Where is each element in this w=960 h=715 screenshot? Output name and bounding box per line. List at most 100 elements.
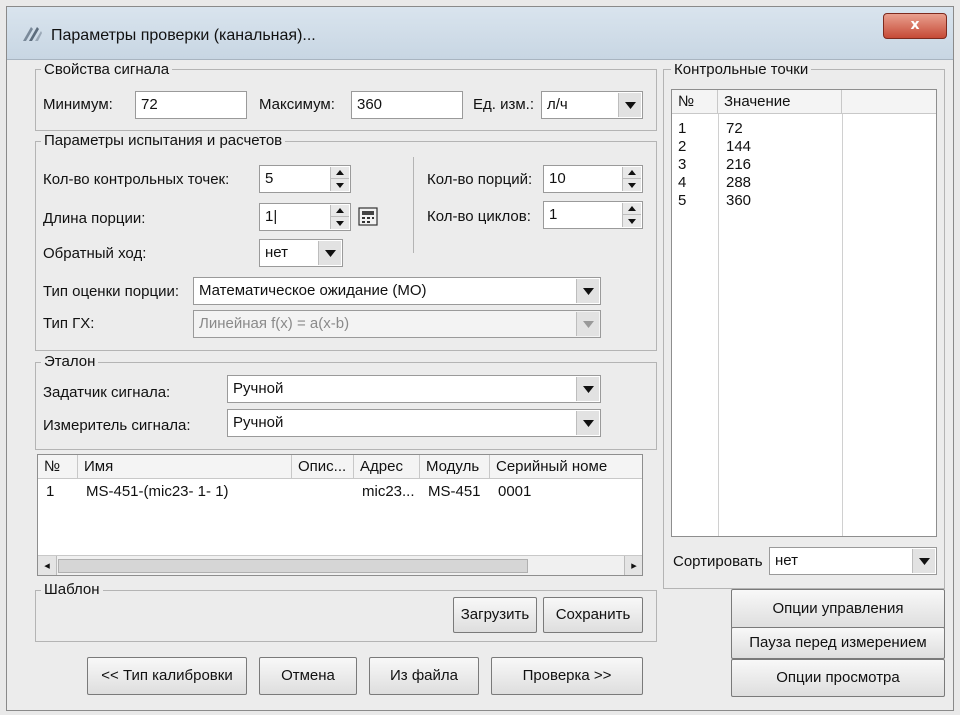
save-template-button[interactable]: Сохранить [543, 597, 643, 633]
unit-value: л/ч [547, 96, 568, 113]
etalon-group-label: Эталон [41, 354, 99, 370]
chevron-down-icon[interactable] [576, 279, 599, 303]
view-options-button[interactable]: Опции просмотра [731, 659, 945, 697]
point-value: 360 [726, 192, 752, 209]
calculator-icon[interactable] [357, 205, 379, 227]
min-label: Минимум: [43, 96, 113, 113]
devices-table[interactable]: № Имя Опис... Адрес Модуль Серийный номе… [37, 454, 643, 576]
cancel-button[interactable]: Отмена [259, 657, 357, 695]
estimate-select[interactable]: Математическое ожидание (МО) [193, 277, 601, 305]
column-header[interactable]: Имя [78, 455, 292, 479]
column-header[interactable]: Серийный номе [490, 455, 642, 479]
column-header[interactable]: Опис... [292, 455, 354, 479]
chevron-down-icon[interactable] [912, 549, 935, 573]
estimate-label: Тип оценки порции: [43, 283, 179, 300]
estimate-value: Математическое ожидание (МО) [199, 282, 427, 299]
spin-down-icon[interactable] [331, 217, 349, 229]
portion-length-stepper[interactable]: 1| [259, 203, 351, 231]
cycles-label: Кол-во циклов: [427, 208, 531, 225]
test-group-label: Параметры испытания и расчетов [41, 133, 286, 149]
point-value: 288 [726, 174, 752, 191]
reverse-select[interactable]: нет [259, 239, 343, 267]
grid-line [718, 114, 719, 536]
column-header-empty [842, 90, 936, 114]
setter-select[interactable]: Ручной [227, 375, 601, 403]
chevron-down-icon[interactable] [618, 93, 641, 117]
spin-buttons[interactable] [622, 203, 641, 227]
back-button[interactable]: << Тип калибровки [87, 657, 247, 695]
points-label: Кол-во контрольных точек: [43, 171, 230, 188]
meter-value: Ручной [233, 414, 284, 431]
points-stepper[interactable]: 5 [259, 165, 351, 193]
unit-select[interactable]: л/ч [541, 91, 643, 119]
control-options-button[interactable]: Опции управления [731, 589, 945, 629]
min-input[interactable]: 72 [135, 91, 247, 119]
portion-length-value: 1| [265, 208, 278, 225]
sort-value: нет [775, 552, 798, 569]
gx-select[interactable]: Линейная f(x) = a(x-b) [193, 310, 601, 338]
max-label: Максимум: [259, 96, 335, 113]
point-number: 4 [678, 174, 687, 191]
dialog-window: Параметры проверки (канальная)... x Свой… [6, 6, 954, 711]
point-number: 5 [678, 192, 687, 209]
portion-length-label: Длина порции: [43, 210, 146, 227]
spin-down-icon[interactable] [331, 179, 349, 191]
check-button[interactable]: Проверка >> [491, 657, 643, 695]
setter-label: Задатчик сигнала: [43, 384, 171, 401]
checkpoints-group-label: Контрольные точки [671, 62, 812, 78]
table-cell: 0001 [498, 483, 532, 500]
horizontal-scrollbar[interactable]: ◂ ▸ [38, 555, 642, 575]
portions-stepper[interactable]: 10 [543, 165, 643, 193]
sort-select[interactable]: нет [769, 547, 937, 575]
max-input[interactable]: 360 [351, 91, 463, 119]
spin-up-icon[interactable] [623, 203, 641, 215]
column-header[interactable]: № [38, 455, 78, 479]
chevron-down-icon[interactable] [576, 411, 599, 435]
point-value: 72 [726, 120, 743, 137]
gx-value: Линейная f(x) = a(x-b) [199, 315, 350, 332]
table-cell: 1 [46, 483, 55, 500]
reverse-value: нет [265, 244, 288, 261]
pause-before-measure-button[interactable]: Пауза перед измерением [731, 627, 945, 659]
cycles-value: 1 [549, 206, 558, 223]
table-cell: mic23... [362, 483, 415, 500]
signal-group-label: Свойства сигнала [41, 62, 173, 78]
column-header[interactable]: Адрес [354, 455, 420, 479]
spin-up-icon[interactable] [331, 167, 349, 179]
load-template-button[interactable]: Загрузить [453, 597, 537, 633]
spin-buttons[interactable] [622, 167, 641, 191]
scrollbar-thumb[interactable] [58, 559, 528, 573]
from-file-button[interactable]: Из файла [369, 657, 479, 695]
point-number: 1 [678, 120, 687, 137]
template-group-label: Шаблон [41, 582, 103, 598]
chevron-down-icon[interactable] [318, 241, 341, 265]
meter-label: Измеритель сигнала: [43, 417, 191, 434]
gx-label: Тип ГХ: [43, 315, 95, 332]
point-number: 3 [678, 156, 687, 173]
meter-select[interactable]: Ручной [227, 409, 601, 437]
chevron-down-icon[interactable] [576, 312, 599, 336]
column-header[interactable]: № [672, 90, 718, 114]
chevron-down-icon[interactable] [576, 377, 599, 401]
reverse-label: Обратный ход: [43, 245, 147, 262]
column-header[interactable]: Модуль [420, 455, 490, 479]
scroll-left-icon[interactable]: ◂ [38, 556, 57, 575]
spin-up-icon[interactable] [623, 167, 641, 179]
spin-down-icon[interactable] [623, 179, 641, 191]
column-header[interactable]: Значение [718, 90, 842, 114]
window-title: Параметры проверки (канальная)... [51, 27, 316, 44]
spin-down-icon[interactable] [623, 215, 641, 227]
points-value: 5 [265, 170, 274, 187]
close-button[interactable]: x [883, 13, 947, 39]
spin-buttons[interactable] [330, 167, 349, 191]
checkpoints-list[interactable]: № Значение 1 72 2 144 3 216 4 288 5 360 [671, 89, 937, 537]
table-cell: MS-451 [428, 483, 481, 500]
portions-label: Кол-во порций: [427, 171, 533, 188]
table-cell: MS-451-(mic23- 1- 1) [86, 483, 229, 500]
portions-value: 10 [549, 170, 566, 187]
scroll-right-icon[interactable]: ▸ [624, 556, 642, 575]
unit-label: Ед. изм.: [473, 96, 534, 113]
spin-buttons[interactable] [330, 205, 349, 229]
cycles-stepper[interactable]: 1 [543, 201, 643, 229]
spin-up-icon[interactable] [331, 205, 349, 217]
